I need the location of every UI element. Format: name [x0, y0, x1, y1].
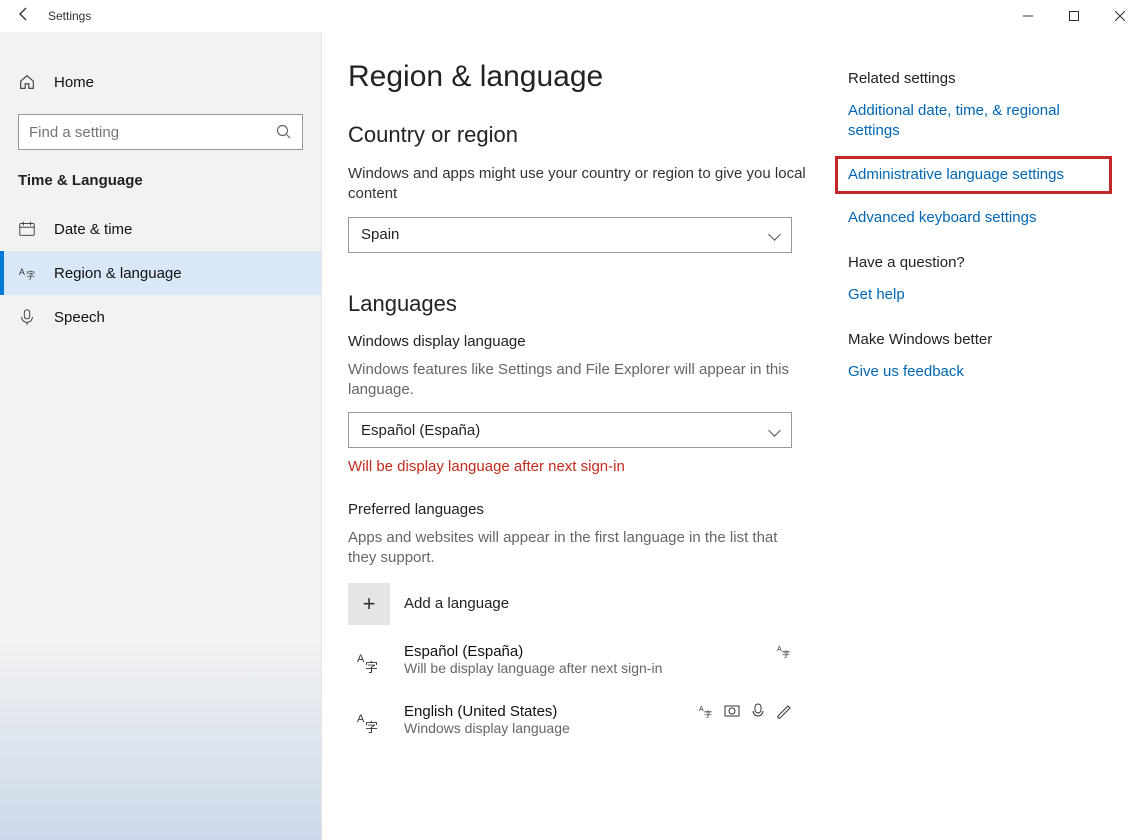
sidebar: Home Time & Language Date & time A字 Regi… — [0, 32, 322, 840]
link-additional-regional[interactable]: Additional date, time, & regional settin… — [848, 101, 1108, 142]
language-sub: Will be display language after next sign… — [404, 660, 762, 676]
handwriting-icon — [776, 703, 792, 719]
page-title: Region & language — [348, 60, 808, 94]
question-heading: Have a question? — [848, 254, 1108, 271]
region-icon — [724, 703, 740, 719]
svg-text:字: 字 — [26, 269, 35, 280]
language-item-spanish[interactable]: A字 Español (España) Will be display lang… — [348, 643, 792, 685]
speech-small-icon — [750, 703, 766, 719]
language-name: Español (España) — [404, 643, 762, 660]
home-icon — [18, 73, 36, 91]
language-glyph-icon: A字 — [348, 643, 390, 685]
country-value: Spain — [361, 226, 399, 243]
chevron-down-icon — [770, 226, 779, 243]
section-country-heading: Country or region — [348, 122, 808, 148]
sidebar-item-label: Region & language — [54, 265, 182, 282]
display-language-warning: Will be display language after next sign… — [348, 458, 808, 475]
datetime-icon — [18, 220, 36, 238]
speech-icon — [18, 308, 36, 326]
language-glyph-small-icon: A字 — [776, 643, 792, 659]
svg-text:字: 字 — [782, 649, 790, 659]
sidebar-item-label: Speech — [54, 309, 105, 326]
minimize-button[interactable] — [1005, 0, 1051, 32]
display-language-desc: Windows features like Settings and File … — [348, 360, 808, 401]
search-box[interactable] — [18, 114, 303, 150]
language-item-english[interactable]: A字 English (United States) Windows displ… — [348, 703, 792, 745]
language-sub: Windows display language — [404, 720, 684, 736]
link-advanced-keyboard[interactable]: Advanced keyboard settings — [848, 208, 1108, 228]
display-language-sub: Windows display language — [348, 333, 808, 350]
country-desc: Windows and apps might use your country … — [348, 164, 808, 205]
link-give-feedback[interactable]: Give us feedback — [848, 362, 1108, 382]
sidebar-item-region-language[interactable]: A字 Region & language — [0, 251, 321, 295]
sidebar-item-speech[interactable]: Speech — [0, 295, 321, 339]
language-name: English (United States) — [404, 703, 684, 720]
language-glyph-small-icon: A字 — [698, 703, 714, 719]
maximize-button[interactable] — [1051, 0, 1097, 32]
search-input[interactable] — [29, 124, 269, 141]
language-icon: A字 — [18, 264, 36, 282]
main-content: Region & language Country or region Wind… — [348, 60, 808, 816]
add-language-label: Add a language — [404, 595, 509, 612]
home-label: Home — [54, 74, 94, 91]
sidebar-item-datetime[interactable]: Date & time — [0, 207, 321, 251]
add-language-button[interactable]: + Add a language — [348, 583, 808, 625]
sidebar-category: Time & Language — [0, 172, 321, 189]
close-button[interactable] — [1097, 0, 1143, 32]
window-title: Settings — [48, 9, 1005, 23]
feedback-heading: Make Windows better — [848, 331, 1108, 348]
search-icon — [276, 124, 292, 140]
preferred-languages-desc: Apps and websites will appear in the fir… — [348, 528, 808, 569]
right-pane: Related settings Additional date, time, … — [848, 60, 1108, 816]
display-language-dropdown[interactable]: Español (España) — [348, 412, 792, 448]
related-settings-heading: Related settings — [848, 70, 1108, 87]
svg-text:字: 字 — [704, 709, 712, 719]
svg-text:A: A — [19, 267, 25, 277]
preferred-languages-sub: Preferred languages — [348, 501, 808, 518]
svg-text:A: A — [357, 653, 365, 665]
sidebar-home[interactable]: Home — [0, 60, 321, 104]
language-glyph-icon: A字 — [348, 703, 390, 745]
back-button[interactable] — [0, 6, 48, 27]
sidebar-item-label: Date & time — [54, 221, 132, 238]
svg-text:字: 字 — [365, 660, 378, 675]
svg-text:A: A — [357, 713, 365, 725]
chevron-down-icon — [770, 422, 779, 439]
svg-text:字: 字 — [365, 720, 378, 735]
link-administrative-language[interactable]: Administrative language settings — [835, 156, 1112, 194]
section-languages-heading: Languages — [348, 291, 808, 317]
link-get-help[interactable]: Get help — [848, 285, 1108, 305]
country-dropdown[interactable]: Spain — [348, 217, 792, 253]
plus-icon: + — [348, 583, 390, 625]
display-language-value: Español (España) — [361, 422, 480, 439]
